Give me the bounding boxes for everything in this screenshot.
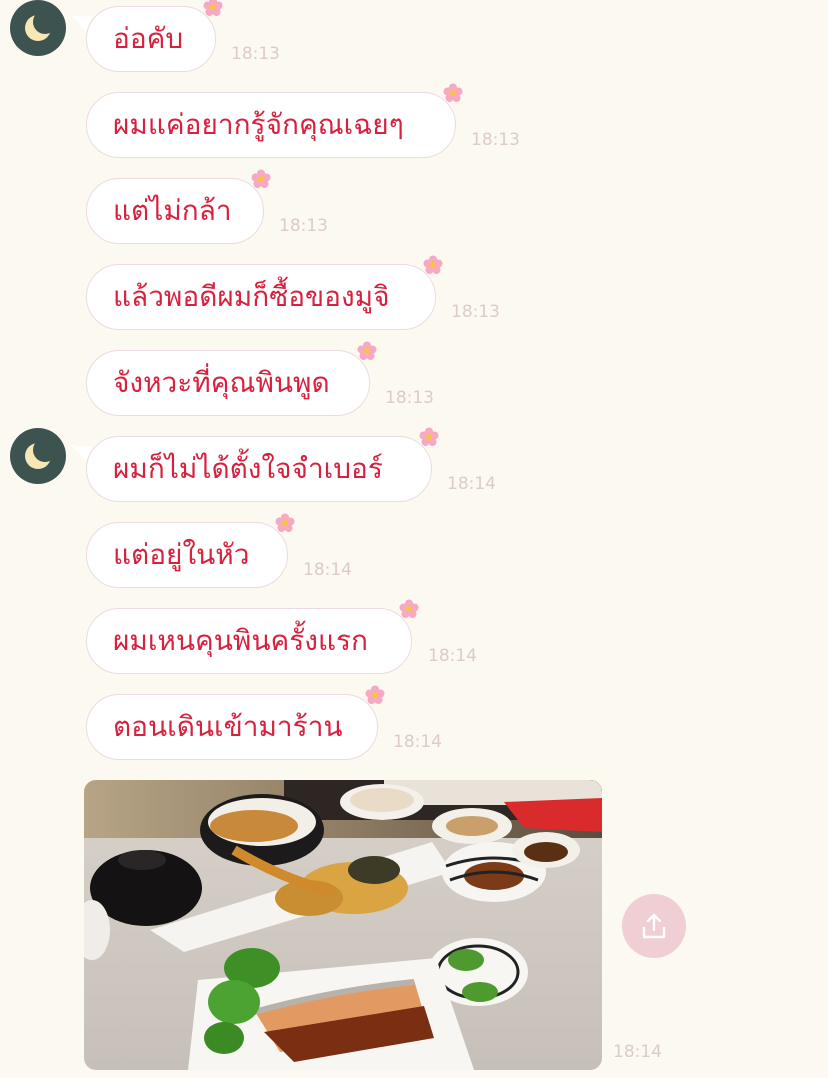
message-time: 18:14	[393, 732, 442, 752]
flower-icon	[419, 427, 439, 446]
message-bubble[interactable]: ผมเหนคุนพินครั้งแรก	[86, 599, 419, 674]
flower-icon	[365, 685, 385, 704]
message-text: ผมแค่อยากรู้จักคุณเฉยๆ	[113, 108, 404, 141]
share-button[interactable]	[622, 894, 686, 958]
flower-icon	[357, 341, 377, 360]
message-bubble[interactable]: จังหวะที่คุณพินพูด	[86, 341, 377, 416]
message-time: 18:13	[451, 302, 500, 322]
photo-message[interactable]	[84, 780, 602, 1070]
message-bubble[interactable]: แล้วพอดีผมก็ซื้อของมูจิ	[86, 255, 443, 330]
message-row: ผมเหนคุนพินครั้งแรก 18:14	[0, 599, 828, 694]
message-time: 18:13	[471, 130, 520, 150]
message-bubble[interactable]: อ่อคับ	[86, 0, 223, 72]
message-row: ตอนเดินเข้ามาร้าน 18:14	[0, 685, 828, 780]
flower-icon	[399, 599, 419, 618]
message-time: 18:14	[303, 560, 352, 580]
message-row: แล้วพอดีผมก็ซื้อของมูจิ 18:13	[0, 255, 828, 350]
message-row: อ่อคับ 18:13	[0, 0, 828, 92]
message-time: 18:13	[231, 44, 280, 64]
message-text: แล้วพอดีผมก็ซื้อของมูจิ	[113, 280, 390, 313]
message-time: 18:13	[385, 388, 434, 408]
food-photo	[84, 780, 602, 1070]
message-row: ผมแค่อยากรู้จักคุณเฉยๆ 18:13	[0, 83, 828, 178]
message-text: จังหวะที่คุณพินพูด	[113, 366, 330, 399]
flower-icon	[251, 169, 271, 188]
message-bubble[interactable]: แต่อยู่ในหัว	[86, 513, 295, 588]
message-time: 18:14	[428, 646, 477, 666]
message-text: ตอนเดินเข้ามาร้าน	[113, 710, 343, 743]
message-bubble[interactable]: ผมก็ไม่ได้ตั้งใจจำเบอร์	[86, 427, 439, 502]
message-text: แต่อยู่ในหัว	[113, 538, 250, 571]
message-row: จังหวะที่คุณพินพูด 18:13	[0, 341, 828, 436]
message-text: ผมก็ไม่ได้ตั้งใจจำเบอร์	[113, 452, 383, 485]
photo-time: 18:14	[613, 1042, 662, 1062]
message-text: แต่ไม่กล้า	[113, 194, 232, 227]
share-icon	[642, 913, 666, 939]
message-row: แต่ไม่กล้า 18:13	[0, 169, 828, 264]
flower-icon	[203, 0, 223, 16]
message-bubble[interactable]: แต่ไม่กล้า	[86, 169, 271, 244]
message-time: 18:14	[447, 474, 496, 494]
message-time: 18:13	[279, 216, 328, 236]
message-row: ผมก็ไม่ได้ตั้งใจจำเบอร์ 18:14	[0, 427, 828, 522]
message-bubble[interactable]: ตอนเดินเข้ามาร้าน	[86, 685, 385, 760]
message-text: อ่อคับ	[113, 22, 184, 55]
chat-view: อ่อคับ 18:13 ผมแค่อยากรู้จักคุณเฉยๆ 18:1…	[0, 0, 828, 1078]
flower-icon	[275, 513, 295, 532]
flower-icon	[423, 255, 443, 274]
message-row: แต่อยู่ในหัว 18:14	[0, 513, 828, 608]
flower-icon	[443, 83, 463, 102]
message-bubble[interactable]: ผมแค่อยากรู้จักคุณเฉยๆ	[86, 83, 463, 158]
message-text: ผมเหนคุนพินครั้งแรก	[113, 624, 368, 657]
